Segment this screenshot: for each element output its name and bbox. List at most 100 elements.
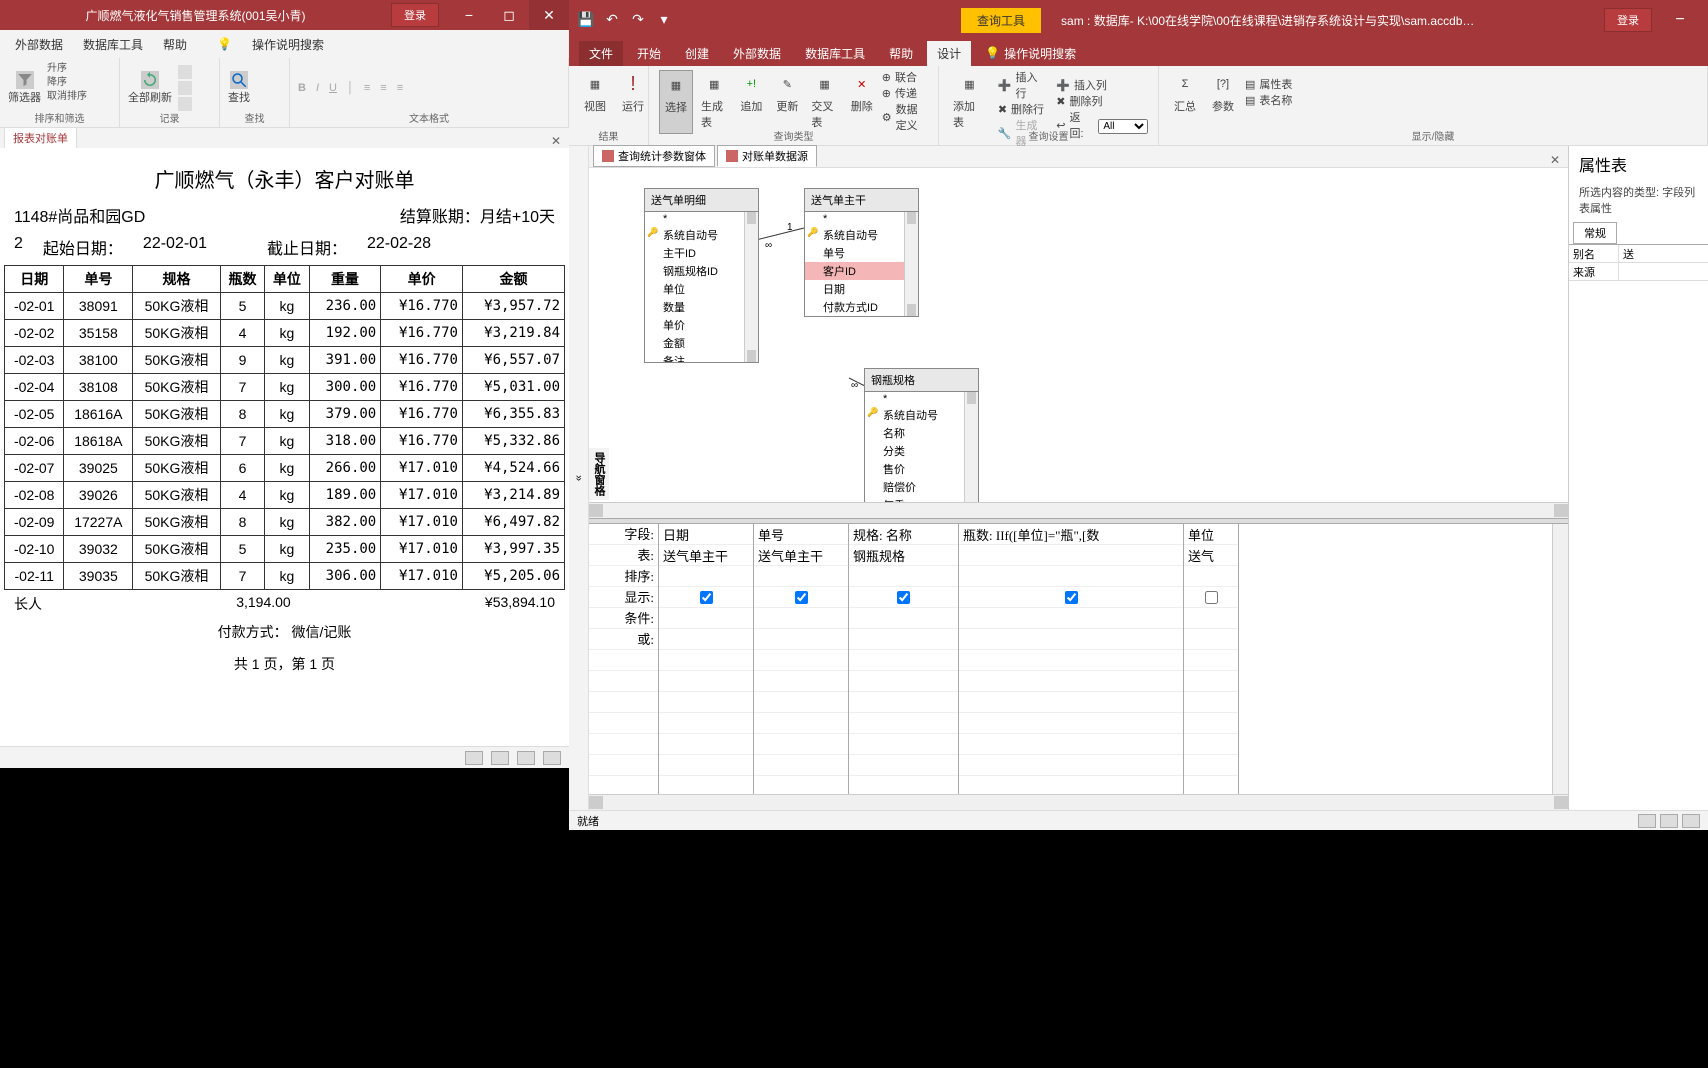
view-sql-icon[interactable] (1660, 814, 1678, 828)
align-left-button[interactable]: ≡ (364, 82, 370, 94)
insert-row-button[interactable]: ➕插入行 (998, 70, 1048, 102)
property-sheet-button[interactable]: ▤属性表 (1245, 77, 1292, 93)
redo-icon[interactable]: ↷ (629, 11, 647, 29)
bold-button[interactable]: B (298, 82, 306, 94)
right-login-button[interactable]: 登录 (1604, 8, 1652, 32)
view-layout-icon[interactable] (517, 751, 535, 765)
field-售价[interactable]: 售价 (865, 460, 978, 478)
table-scrollbar[interactable] (744, 212, 758, 362)
maximize-button[interactable]: ◻ (489, 0, 529, 30)
grid-criteria-cell[interactable] (1184, 692, 1238, 713)
append-button[interactable]: +!追加 (735, 70, 767, 134)
grid-criteria-cell[interactable] (849, 608, 958, 629)
grid-column[interactable]: 规格: 名称钢瓶规格 (849, 524, 959, 794)
field-系统自动号[interactable]: 系统自动号 (865, 406, 978, 424)
field-客户ID[interactable]: 客户ID (805, 262, 918, 280)
grid-table-cell[interactable] (959, 545, 1183, 566)
field-单价[interactable]: 单价 (645, 316, 758, 334)
align-center-button[interactable]: ≡ (380, 82, 386, 94)
grid-criteria-cell[interactable] (659, 629, 753, 650)
grid-column[interactable]: 单号送气单主干 (754, 524, 849, 794)
tab-home[interactable]: 开始 (627, 41, 671, 66)
grid-criteria-cell[interactable] (659, 671, 753, 692)
grid-show-cell[interactable] (849, 587, 958, 608)
grid-criteria-cell[interactable] (849, 692, 958, 713)
minimize-button[interactable]: − (449, 0, 489, 30)
show-checkbox[interactable] (700, 591, 713, 604)
grid-table-cell[interactable]: 送气 (1184, 545, 1238, 566)
menu-help[interactable]: 帮助 (163, 36, 187, 53)
view-design-icon[interactable] (543, 751, 561, 765)
table-box-title[interactable]: 送气单主干 (805, 189, 918, 212)
grid-criteria-cell[interactable] (754, 734, 848, 755)
field-*[interactable]: * (645, 212, 758, 226)
field-系统自动号[interactable]: 系统自动号 (805, 226, 918, 244)
grid-criteria-cell[interactable] (1184, 608, 1238, 629)
show-checkbox[interactable] (897, 591, 910, 604)
grid-table-cell[interactable]: 送气单主干 (754, 545, 848, 566)
tab-file[interactable]: 文件 (579, 41, 623, 66)
grid-sort-cell[interactable] (1184, 566, 1238, 587)
view-report-icon[interactable] (465, 751, 483, 765)
insert-col-button[interactable]: ➕插入列 (1056, 78, 1148, 94)
grid-vscroll[interactable] (1552, 524, 1568, 794)
grid-criteria-cell[interactable] (1184, 713, 1238, 734)
grid-criteria-cell[interactable] (849, 713, 958, 734)
save-record-icon[interactable] (178, 81, 192, 95)
delete-col-button[interactable]: ✖删除列 (1056, 94, 1148, 110)
delete-record-icon[interactable] (178, 97, 192, 111)
table-box-title[interactable]: 钢瓶规格 (865, 369, 978, 392)
view-datasheet-icon[interactable] (1638, 814, 1656, 828)
view-design-icon[interactable] (1682, 814, 1700, 828)
property-value[interactable] (1619, 263, 1708, 280)
table-names-button[interactable]: ▤表名称 (1245, 93, 1292, 109)
query-canvas[interactable]: 导航窗格 ∞ 1 ∞ 1 送气单明细*系统自动号主干ID钢瓶规格ID单位数量单价… (589, 168, 1568, 502)
grid-criteria-cell[interactable] (754, 629, 848, 650)
select-query-button[interactable]: ▦选择 (659, 70, 693, 134)
canvas-hscroll[interactable] (589, 502, 1568, 518)
grid-criteria-cell[interactable] (754, 608, 848, 629)
show-checkbox[interactable] (1205, 591, 1218, 604)
grid-criteria-cell[interactable] (1184, 650, 1238, 671)
show-checkbox[interactable] (795, 591, 808, 604)
delete-button[interactable]: ✕删除 (846, 70, 878, 134)
field-*[interactable]: * (865, 392, 978, 406)
grid-show-cell[interactable] (754, 587, 848, 608)
grid-column[interactable]: 日期送气单主干 (659, 524, 754, 794)
grid-criteria-cell[interactable] (849, 671, 958, 692)
close-button[interactable]: ✕ (529, 0, 569, 30)
grid-criteria-cell[interactable] (959, 755, 1183, 776)
field-钢瓶规格ID[interactable]: 钢瓶规格ID (645, 262, 758, 280)
refresh-all-button[interactable]: 全部刷新 (128, 62, 172, 114)
grid-criteria-cell[interactable] (959, 734, 1183, 755)
filter-button[interactable]: 筛选器 (8, 62, 41, 114)
field-数量[interactable]: 数量 (645, 298, 758, 316)
grid-criteria-cell[interactable] (754, 755, 848, 776)
grid-criteria-cell[interactable] (849, 734, 958, 755)
view-print-icon[interactable] (491, 751, 509, 765)
grid-table-cell[interactable]: 送气单主干 (659, 545, 753, 566)
grid-criteria-cell[interactable] (959, 713, 1183, 734)
grid-table-cell[interactable]: 钢瓶规格 (849, 545, 958, 566)
grid-criteria-cell[interactable] (754, 713, 848, 734)
table-box-title[interactable]: 送气单明细 (645, 189, 758, 212)
grid-criteria-cell[interactable] (959, 671, 1183, 692)
grid-criteria-cell[interactable] (659, 650, 753, 671)
grid-criteria-cell[interactable] (659, 713, 753, 734)
menu-externaldata[interactable]: 外部数据 (15, 36, 63, 53)
grid-criteria-cell[interactable] (959, 608, 1183, 629)
grid-field-cell[interactable]: 单号 (754, 524, 848, 545)
view-button[interactable]: ▦ 视图 (579, 70, 611, 116)
grid-sort-cell[interactable] (959, 566, 1183, 587)
menu-dbtools[interactable]: 数据库工具 (83, 36, 143, 53)
align-right-button[interactable]: ≡ (397, 82, 403, 94)
grid-criteria-cell[interactable] (1184, 629, 1238, 650)
report-tab[interactable]: 报表对账单 (4, 127, 77, 148)
grid-columns[interactable]: 日期送气单主干单号送气单主干规格: 名称钢瓶规格瓶数: IIf([单位]="瓶"… (659, 524, 1552, 794)
tab-datasource[interactable]: 对账单数据源 (717, 145, 817, 167)
field-日期[interactable]: 日期 (805, 280, 918, 298)
sort-desc[interactable]: 降序 (47, 76, 87, 90)
nav-pane-collapsed[interactable]: » (569, 146, 589, 810)
tab-create[interactable]: 创建 (675, 41, 719, 66)
grid-criteria-cell[interactable] (754, 650, 848, 671)
